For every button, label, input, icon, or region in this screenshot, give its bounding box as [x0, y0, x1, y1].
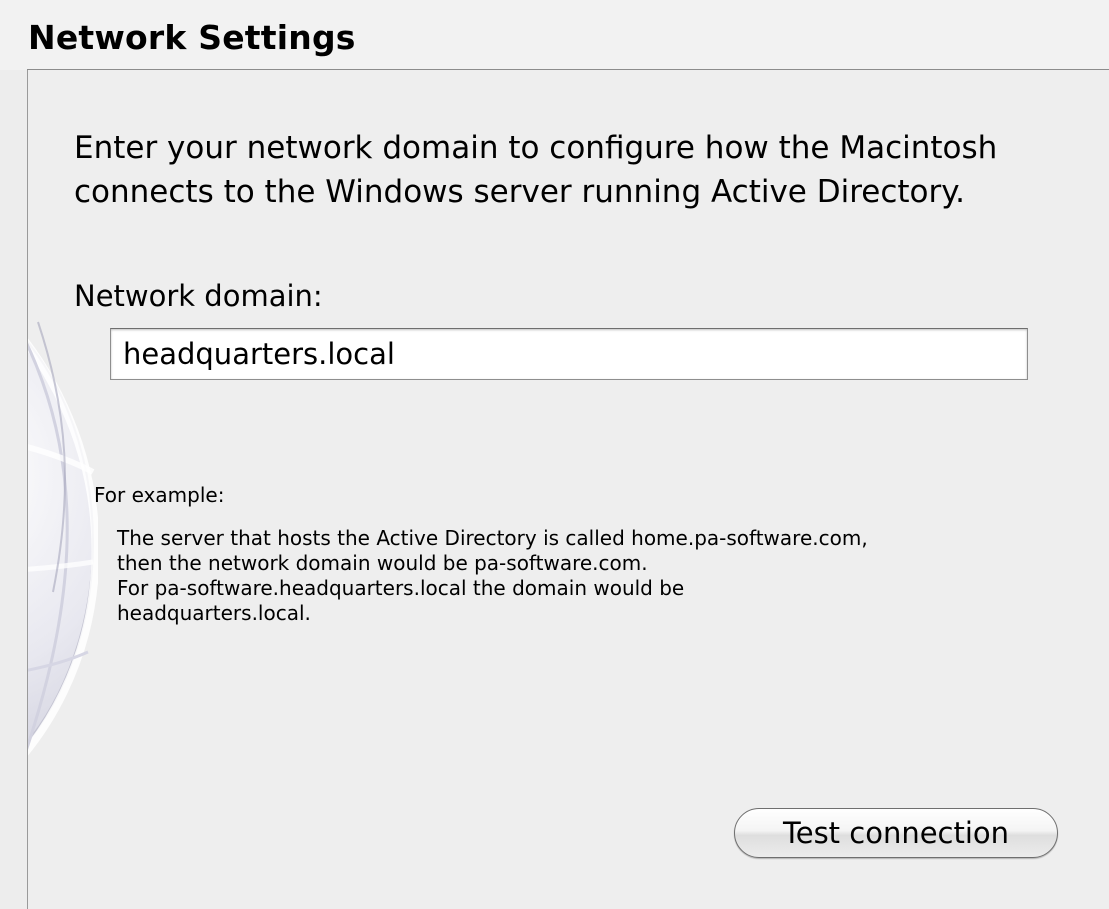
settings-panel: Enter your network domain to configure h… — [27, 70, 1109, 909]
network-domain-input[interactable] — [110, 328, 1028, 380]
example-line: The server that hosts the Active Directo… — [117, 526, 868, 550]
intro-line: connects to the Windows server running A… — [74, 174, 966, 210]
example-line: For pa-software.headquarters.local the d… — [117, 576, 685, 600]
title-bar: Network Settings — [0, 0, 1109, 70]
test-connection-button[interactable]: Test connection — [734, 808, 1058, 858]
example-line: headquarters.local. — [117, 601, 311, 625]
network-settings-page: Network Settings Enter your network doma… — [0, 0, 1109, 909]
example-line: then the network domain would be pa-soft… — [117, 551, 648, 575]
example-label: For example: — [94, 483, 225, 507]
intro-text: Enter your network domain to configure h… — [74, 126, 1084, 214]
intro-line: Enter your network domain to configure h… — [74, 130, 998, 166]
example-text: The server that hosts the Active Directo… — [117, 526, 868, 626]
globe-icon — [28, 321, 98, 756]
network-domain-label: Network domain: — [74, 279, 323, 313]
page-title: Network Settings — [28, 18, 356, 57]
